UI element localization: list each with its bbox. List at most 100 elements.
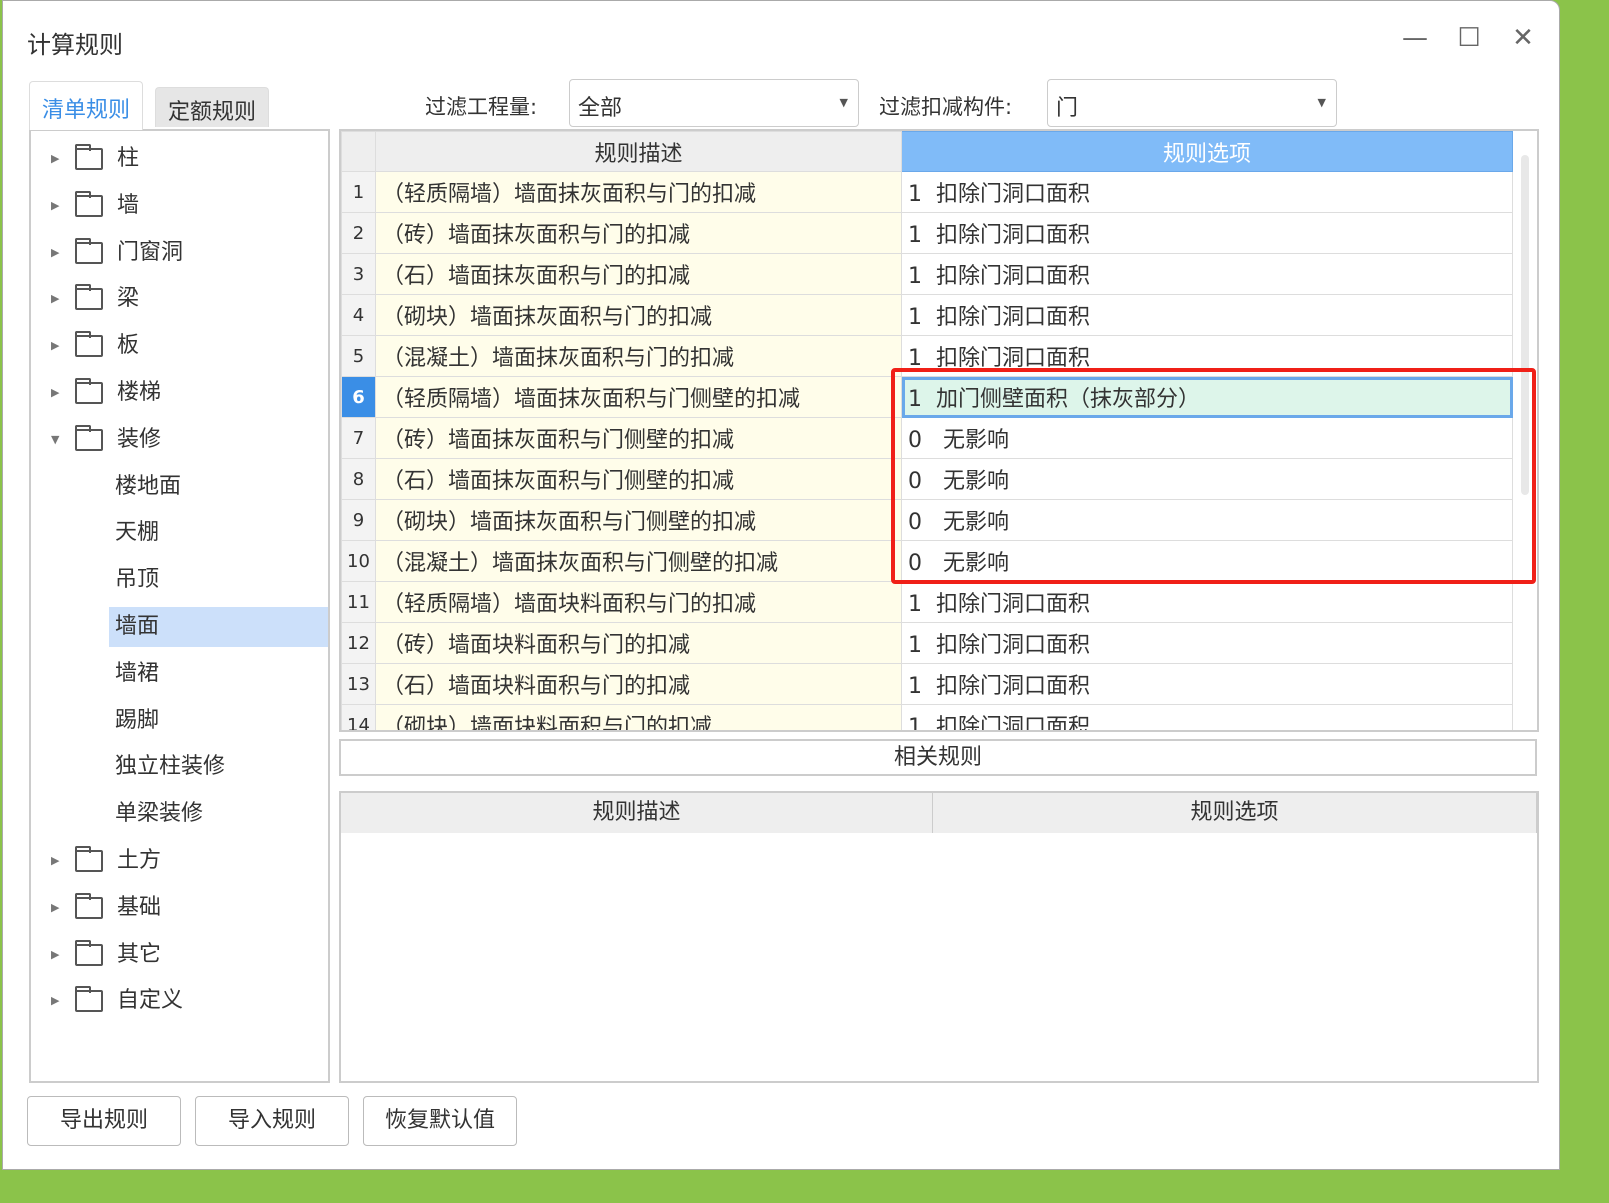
expand-right-icon[interactable]: ▶ (51, 326, 65, 366)
tree-item-label: 墙面 (115, 614, 160, 639)
tree-item-label: 土方 (117, 848, 162, 873)
tree-item-label: 天棚 (115, 520, 160, 546)
tree-item[interactable]: ▶ 基础 (51, 888, 161, 928)
folder-icon (75, 378, 103, 404)
rule-option[interactable]: 1 扣除门洞口面积 (901, 622, 1513, 664)
rule-option[interactable]: 1 扣除门洞口面积 (901, 663, 1513, 705)
rule-option[interactable]: 1 扣除门洞口面积 (901, 704, 1513, 730)
table-row[interactable]: 1 （轻质隔墙）墙面抹灰面积与门的扣减 1 扣除门洞口面积 (341, 171, 1513, 213)
folder-icon (75, 190, 103, 217)
table-row[interactable]: 11 （轻质隔墙）墙面块料面积与门的扣减 1 扣除门洞口面积 (341, 581, 1513, 623)
table-row[interactable]: 2 （砖）墙面抹灰面积与门的扣减 1 扣除门洞口面积 (341, 212, 1513, 254)
row-number: 1 (341, 171, 376, 213)
row-number: 8 (341, 458, 376, 500)
filter-comp-label: 过滤扣减构件: (879, 95, 1013, 119)
tree-item[interactable]: ▶ 梁 (51, 279, 139, 319)
rule-description: （混凝土）墙面抹灰面积与门侧壁的扣减 (375, 540, 902, 582)
tree-item[interactable]: ▶ 门窗洞 (51, 233, 183, 273)
table-row[interactable]: 13 （石）墙面块料面积与门的扣减 1 扣除门洞口面积 (341, 663, 1513, 705)
table-row[interactable]: 12 （砖）墙面块料面积与门的扣减 1 扣除门洞口面积 (341, 622, 1513, 664)
row-number: 13 (341, 663, 376, 705)
tree-item[interactable]: 墙面 (109, 607, 328, 647)
rule-description: （砖）墙面抹灰面积与门的扣减 (375, 212, 902, 254)
expand-right-icon[interactable]: ▶ (51, 888, 65, 928)
tree-item-label: 独立柱装修 (115, 754, 226, 780)
rule-description: （砌块）墙面抹灰面积与门的扣减 (375, 294, 902, 336)
row-number: 4 (341, 294, 376, 336)
tree-item-label: 板 (117, 333, 140, 359)
expand-right-icon[interactable]: ▶ (51, 186, 65, 226)
tree-item-label: 楼地面 (115, 473, 182, 499)
tree-item-label: 单梁装修 (115, 801, 204, 827)
rule-description: （砌块）墙面抹灰面积与门侧壁的扣减 (375, 499, 902, 541)
import-rules-button[interactable]: 导入规则 (195, 1096, 349, 1146)
filter-qty-select[interactable]: 全部 ▼ (569, 79, 859, 127)
tab-quota-rules[interactable]: 定额规则 (155, 87, 270, 127)
expand-right-icon[interactable]: ▶ (51, 233, 65, 273)
folder-icon (75, 846, 103, 872)
tree-item[interactable]: 单梁装修 (109, 794, 328, 834)
row-num-header (341, 131, 376, 172)
filter-qty-label: 过滤工程量: (425, 95, 538, 119)
tree-item[interactable]: 天棚 (109, 513, 328, 553)
filter-comp-value: 门 (1056, 96, 1079, 121)
tree-item-label: 自定义 (117, 988, 184, 1014)
expand-right-icon[interactable]: ▶ (51, 981, 65, 1021)
expand-right-icon[interactable]: ▶ (51, 935, 65, 975)
row-number: 12 (341, 622, 376, 664)
row-number: 5 (341, 335, 376, 377)
folder-icon (75, 284, 103, 311)
rule-description: （石）墙面块料面积与门的扣减 (375, 663, 902, 705)
table-row[interactable]: 3 （石）墙面抹灰面积与门的扣减 1 扣除门洞口面积 (341, 253, 1513, 295)
tab-bill-rules[interactable]: 清单规则 (29, 81, 144, 130)
folder-icon (75, 144, 103, 170)
restore-defaults-button[interactable]: 恢复默认值 (363, 1096, 517, 1146)
tree-item[interactable]: 楼地面 (109, 467, 328, 507)
tree-item-label: 楼梯 (117, 380, 162, 405)
folder-icon (75, 424, 103, 451)
rule-description: （石）墙面抹灰面积与门侧壁的扣减 (375, 458, 902, 500)
rule-option[interactable]: 1 扣除门洞口面积 (901, 581, 1513, 623)
folder-icon (75, 939, 103, 966)
maximize-button[interactable]: ☐ (1449, 23, 1489, 53)
rule-option[interactable]: 1 扣除门洞口面积 (901, 294, 1513, 336)
export-rules-button[interactable]: 导出规则 (27, 1096, 181, 1146)
calc-rules-dialog: 计算规则 — ☐ ✕ 清单规则 定额规则 过滤工程量: 全部 ▼ 过滤扣减构件: … (2, 0, 1560, 1170)
tree-item[interactable]: ▶ 板 (51, 326, 139, 366)
expand-right-icon[interactable]: ▶ (51, 373, 65, 413)
tree-item-label: 装修 (117, 426, 162, 452)
expand-down-icon[interactable]: ▼ (51, 420, 65, 460)
related-desc-header: 规则描述 (341, 793, 933, 833)
tree-item[interactable]: 墙裙 (109, 654, 328, 694)
row-number: 10 (341, 540, 376, 582)
folder-icon (75, 237, 103, 264)
rule-option[interactable]: 1 扣除门洞口面积 (901, 171, 1513, 213)
tree-item[interactable]: ▶ 其它 (51, 935, 161, 975)
tree-item[interactable]: ▶ 柱 (51, 139, 139, 179)
row-number: 14 (341, 704, 376, 730)
row-number: 2 (341, 212, 376, 254)
expand-right-icon[interactable]: ▶ (51, 139, 65, 179)
expand-right-icon[interactable]: ▶ (51, 841, 65, 881)
row-number: 9 (341, 499, 376, 541)
tree-item[interactable]: ▶ 自定义 (51, 981, 183, 1021)
tree-item[interactable]: 独立柱装修 (109, 747, 328, 787)
window-title: 计算规则 (27, 31, 123, 59)
tree-item[interactable]: ▶ 墙 (51, 186, 139, 226)
minimize-button[interactable]: — (1395, 23, 1435, 53)
tree-item[interactable]: 吊顶 (109, 560, 328, 600)
rule-option[interactable]: 1 扣除门洞口面积 (901, 253, 1513, 295)
filter-comp-select[interactable]: 门 ▼ (1047, 79, 1337, 127)
tree-item[interactable]: ▶ 楼梯 (51, 373, 161, 413)
rule-option[interactable]: 1 扣除门洞口面积 (901, 212, 1513, 254)
expand-right-icon[interactable]: ▶ (51, 279, 65, 319)
table-row[interactable]: 4 （砌块）墙面抹灰面积与门的扣减 1 扣除门洞口面积 (341, 294, 1513, 336)
close-button[interactable]: ✕ (1503, 23, 1543, 53)
tree-item-label: 墙裙 (115, 660, 160, 686)
tree-item[interactable]: ▶ 土方 (51, 841, 161, 881)
table-row[interactable]: 14 （砌块）墙面块料面积与门的扣减 1 扣除门洞口面积 (341, 704, 1513, 730)
related-rules-table: 规则描述 规则选项 (339, 791, 1539, 1083)
tree-item[interactable]: 踢脚 (109, 701, 328, 741)
tree-item[interactable]: ▼ 装修 (51, 420, 161, 460)
related-rules-bar[interactable]: 相关规则 (339, 739, 1537, 776)
